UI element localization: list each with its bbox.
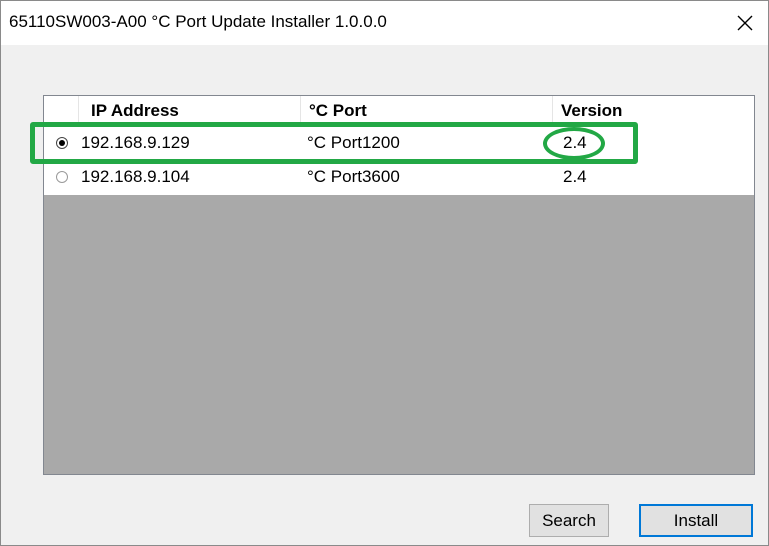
list-header: IP Address °C Port Version (44, 96, 754, 127)
install-button[interactable]: Install (639, 504, 753, 537)
window-title: 65110SW003-A00 °C Port Update Installer … (9, 12, 387, 31)
version-cell: 2.4 (563, 167, 587, 186)
row-radio-cell[interactable] (44, 126, 79, 159)
column-header-ip[interactable]: IP Address (79, 96, 301, 126)
radio-button-selected[interactable] (55, 136, 68, 149)
port-cell: °C Port3600 (307, 167, 400, 186)
column-header-port[interactable]: °C Port (301, 96, 553, 126)
list-item[interactable]: 192.168.9.104 °C Port3600 2.4 (44, 159, 754, 195)
ip-address-cell: 192.168.9.104 (81, 167, 190, 186)
column-header-select[interactable] (44, 96, 79, 126)
close-button[interactable] (722, 1, 768, 45)
installer-window: 65110SW003-A00 °C Port Update Installer … (0, 0, 769, 546)
device-list[interactable]: IP Address °C Port Version 192.168.9.129… (43, 95, 755, 475)
row-radio-cell[interactable] (44, 159, 79, 195)
search-button[interactable]: Search (529, 504, 609, 537)
version-cell: 2.4 (563, 132, 587, 152)
close-icon (737, 15, 753, 31)
list-item[interactable]: 192.168.9.129 °C Port1200 2.4 (44, 126, 754, 159)
column-header-version[interactable]: Version (553, 96, 754, 126)
title-bar: 65110SW003-A00 °C Port Update Installer … (1, 1, 768, 45)
radio-button-unselected[interactable] (55, 171, 68, 183)
ip-address-cell: 192.168.9.129 (81, 132, 190, 152)
port-cell: °C Port1200 (307, 132, 400, 152)
